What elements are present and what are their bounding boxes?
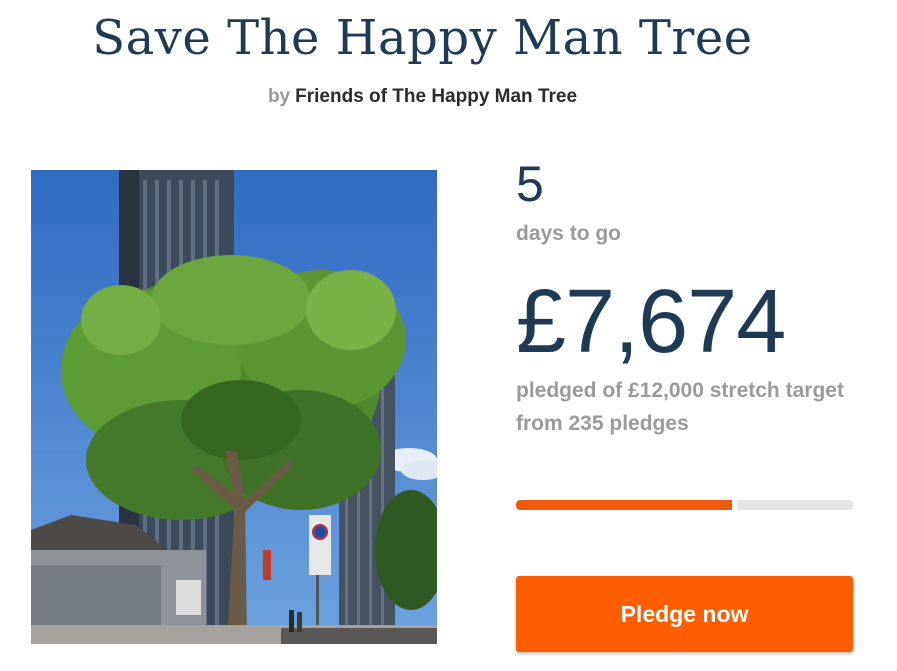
byline: by Friends of The Happy Man Tree [0, 86, 845, 108]
days-label: days to go [516, 222, 622, 245]
pledge-summary: pledged of £12,000 stretch target from 2… [516, 374, 856, 440]
pledge-now-button[interactable]: Pledge now [516, 576, 853, 652]
amount-pledged: £7,674 [516, 272, 786, 372]
funding-progress-bar [516, 500, 853, 510]
days-remaining: 5 [516, 156, 544, 212]
by-label: by [267, 86, 291, 107]
project-title: Save The Happy Man Tree [92, 10, 753, 66]
pledge-count-text: from 235 pledges [516, 412, 689, 435]
progress-fill [516, 500, 737, 510]
target-text: pledged of £12,000 stretch target [516, 379, 844, 402]
project-image [31, 170, 437, 644]
creator-link[interactable]: Friends of The Happy Man Tree [295, 86, 577, 107]
